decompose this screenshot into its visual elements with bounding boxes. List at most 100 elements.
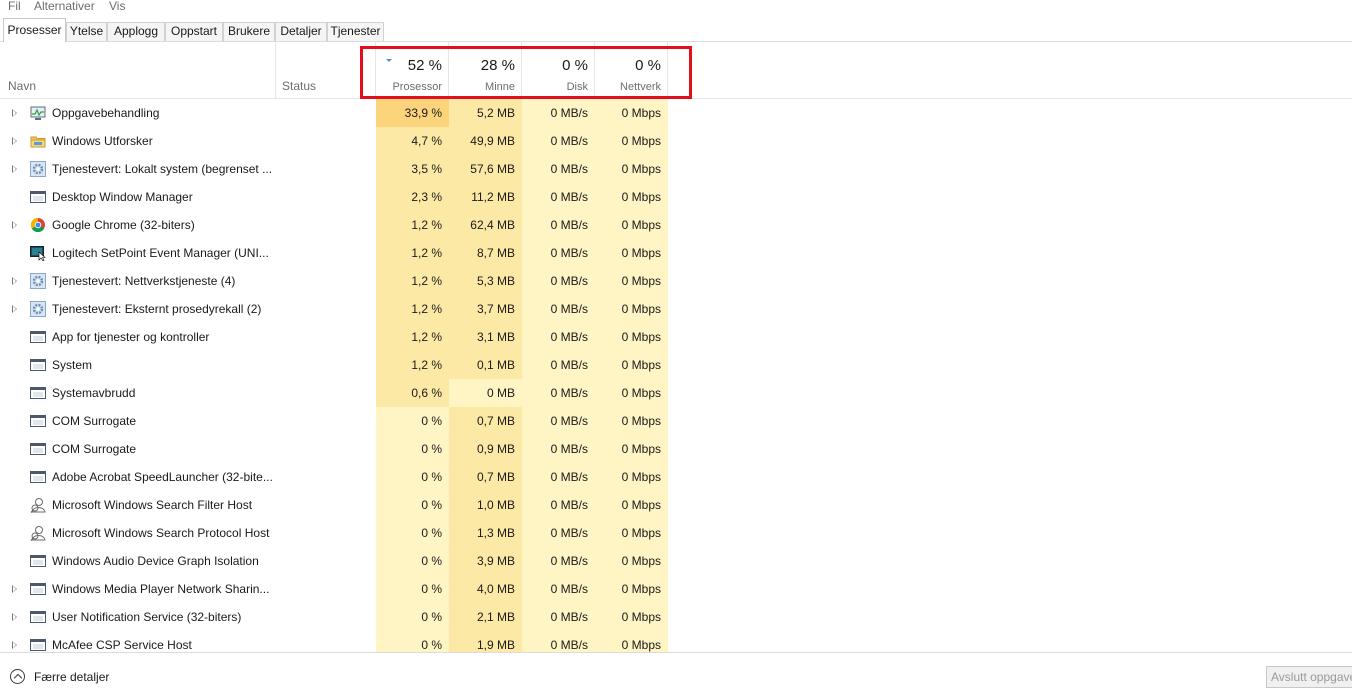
disk-value: 0 MB/s bbox=[522, 575, 595, 603]
memory-value: 3,7 MB bbox=[449, 295, 522, 323]
window-icon bbox=[30, 329, 46, 345]
chrome-icon bbox=[30, 217, 46, 233]
memory-value: 5,2 MB bbox=[449, 99, 522, 127]
cpu-value: 0 % bbox=[376, 435, 449, 463]
expand-chevron-icon[interactable] bbox=[12, 221, 17, 229]
process-row[interactable]: Systemavbrudd 0,6 % 0 MB 0 MB/s 0 Mbps bbox=[0, 379, 1352, 407]
column-name-label: Navn bbox=[8, 79, 37, 93]
column-header-network[interactable]: 0 % Nettverk bbox=[595, 42, 668, 98]
process-row[interactable]: Oppgavebehandling 33,9 % 5,2 MB 0 MB/s 0 Mbp… bbox=[0, 99, 1352, 127]
expand-chevron-icon[interactable] bbox=[12, 641, 17, 649]
mouse-app-icon bbox=[30, 245, 46, 262]
memory-value: 1,9 MB bbox=[449, 631, 522, 652]
process-row[interactable]: Windows Audio Device Graph Isolation 0 % 3… bbox=[0, 547, 1352, 575]
expand-chevron-icon[interactable] bbox=[12, 137, 17, 145]
memory-value: 0,1 MB bbox=[449, 351, 522, 379]
disk-value: 0 MB/s bbox=[522, 603, 595, 631]
network-value: 0 Mbps bbox=[595, 435, 668, 463]
tab-startup[interactable]: Oppstart bbox=[165, 22, 223, 41]
disk-value: 0 MB/s bbox=[522, 99, 595, 127]
end-task-button[interactable]: Avslutt oppgave bbox=[1266, 666, 1352, 688]
memory-value: 49,9 MB bbox=[449, 127, 522, 155]
menu-options[interactable]: Alternativer bbox=[34, 0, 95, 13]
disk-value: 0 MB/s bbox=[522, 631, 595, 652]
tab-services[interactable]: Tjenester bbox=[327, 22, 384, 41]
disk-value: 0 MB/s bbox=[522, 547, 595, 575]
process-name: Tjenestevert: Eksternt prosedyrekall (2) bbox=[52, 302, 262, 316]
window-icon bbox=[30, 189, 46, 205]
process-row[interactable]: Windows Utforsker 4,7 % 49,9 MB 0 MB/s 0 Mbp… bbox=[0, 127, 1352, 155]
memory-value: 4,0 MB bbox=[449, 575, 522, 603]
network-value: 0 Mbps bbox=[595, 407, 668, 435]
menu-file[interactable]: Fil bbox=[8, 0, 21, 13]
window-icon bbox=[30, 581, 46, 597]
cpu-value: 4,7 % bbox=[376, 127, 449, 155]
user-icon bbox=[30, 525, 46, 541]
process-row[interactable]: Tjenestevert: Lokalt system (begrenset .… bbox=[0, 155, 1352, 183]
column-header-name[interactable]: Navn bbox=[0, 42, 276, 98]
gear-icon bbox=[30, 161, 46, 177]
expand-chevron-icon[interactable] bbox=[12, 305, 17, 313]
column-header-status[interactable]: Status bbox=[276, 42, 376, 98]
column-header-cpu[interactable]: 52 % Prosessor bbox=[376, 42, 449, 98]
process-row[interactable]: McAfee CSP Service Host 0 % 1,9 MB 0 MB/s 0 … bbox=[0, 631, 1352, 652]
expand-chevron-icon[interactable] bbox=[12, 613, 17, 621]
tab-app-history[interactable]: Applogg bbox=[107, 22, 165, 41]
memory-value: 1,0 MB bbox=[449, 491, 522, 519]
tab-processes[interactable]: Prosesser bbox=[3, 18, 66, 42]
process-row[interactable]: System 1,2 % 0,1 MB 0 MB/s 0 Mbps bbox=[0, 351, 1352, 379]
process-name: Adobe Acrobat SpeedLauncher (32-bite... bbox=[52, 470, 273, 484]
process-row[interactable]: Tjenestevert: Eksternt prosedyrekall (2)… bbox=[0, 295, 1352, 323]
tab-performance[interactable]: Ytelse bbox=[66, 22, 107, 41]
column-header-memory[interactable]: 28 % Minne bbox=[449, 42, 522, 98]
cpu-value: 0,6 % bbox=[376, 379, 449, 407]
window-icon bbox=[30, 609, 46, 625]
disk-value: 0 MB/s bbox=[522, 239, 595, 267]
collapse-up-icon[interactable] bbox=[10, 669, 25, 684]
network-value: 0 Mbps bbox=[595, 463, 668, 491]
network-value: 0 Mbps bbox=[595, 155, 668, 183]
expand-chevron-icon[interactable] bbox=[12, 277, 17, 285]
menu-view[interactable]: Vis bbox=[109, 0, 125, 13]
tab-users[interactable]: Brukere bbox=[223, 22, 275, 41]
process-name: Windows Utforsker bbox=[52, 134, 153, 148]
process-row[interactable]: Adobe Acrobat SpeedLauncher (32-bite... 0… bbox=[0, 463, 1352, 491]
process-row[interactable]: Windows Media Player Network Sharin... 0 … bbox=[0, 575, 1352, 603]
process-row[interactable]: App for tjenester og kontroller 1,2 % 3,1 … bbox=[0, 323, 1352, 351]
network-value: 0 Mbps bbox=[595, 183, 668, 211]
process-row[interactable]: Google Chrome (32-biters) 1,2 % 62,4 MB 0 M… bbox=[0, 211, 1352, 239]
process-row[interactable]: Logitech SetPoint Event Manager (UNI... 1… bbox=[0, 239, 1352, 267]
expand-chevron-icon[interactable] bbox=[12, 585, 17, 593]
disk-value: 0 MB/s bbox=[522, 211, 595, 239]
cpu-value: 0 % bbox=[376, 491, 449, 519]
disk-value: 0 MB/s bbox=[522, 267, 595, 295]
column-header-disk[interactable]: 0 % Disk bbox=[522, 42, 595, 98]
memory-value: 0,9 MB bbox=[449, 435, 522, 463]
cpu-total-percent: 52 % bbox=[407, 57, 442, 74]
expand-chevron-icon[interactable] bbox=[12, 109, 17, 117]
process-row[interactable]: Desktop Window Manager 2,3 % 11,2 MB 0 MB/s… bbox=[0, 183, 1352, 211]
memory-value: 57,6 MB bbox=[449, 155, 522, 183]
tab-details[interactable]: Detaljer bbox=[275, 22, 327, 41]
window-icon bbox=[30, 413, 46, 429]
process-row[interactable]: Tjenestevert: Nettverkstjeneste (4) 1,2 %… bbox=[0, 267, 1352, 295]
fewer-details-link[interactable]: Færre detaljer bbox=[34, 670, 109, 684]
process-row[interactable]: Microsoft Windows Search Protocol Host 0 … bbox=[0, 519, 1352, 547]
window-icon bbox=[30, 469, 46, 485]
network-value: 0 Mbps bbox=[595, 491, 668, 519]
process-row[interactable]: COM Surrogate 0 % 0,7 MB 0 MB/s 0 Mbps bbox=[0, 407, 1352, 435]
process-name: Desktop Window Manager bbox=[52, 190, 193, 204]
cpu-value: 0 % bbox=[376, 603, 449, 631]
process-row[interactable]: COM Surrogate 0 % 0,9 MB 0 MB/s 0 Mbps bbox=[0, 435, 1352, 463]
disk-value: 0 MB/s bbox=[522, 155, 595, 183]
disk-value: 0 MB/s bbox=[522, 491, 595, 519]
expand-chevron-icon[interactable] bbox=[12, 165, 17, 173]
process-list: Oppgavebehandling 33,9 % 5,2 MB 0 MB/s 0 Mbp… bbox=[0, 99, 1352, 652]
process-name: Tjenestevert: Nettverkstjeneste (4) bbox=[52, 274, 236, 288]
process-row[interactable]: User Notification Service (32-biters) 0 %… bbox=[0, 603, 1352, 631]
memory-value: 0,7 MB bbox=[449, 407, 522, 435]
disk-value: 0 MB/s bbox=[522, 323, 595, 351]
process-name: COM Surrogate bbox=[52, 442, 137, 456]
cpu-value: 1,2 % bbox=[376, 351, 449, 379]
process-row[interactable]: Microsoft Windows Search Filter Host 0 % 1… bbox=[0, 491, 1352, 519]
